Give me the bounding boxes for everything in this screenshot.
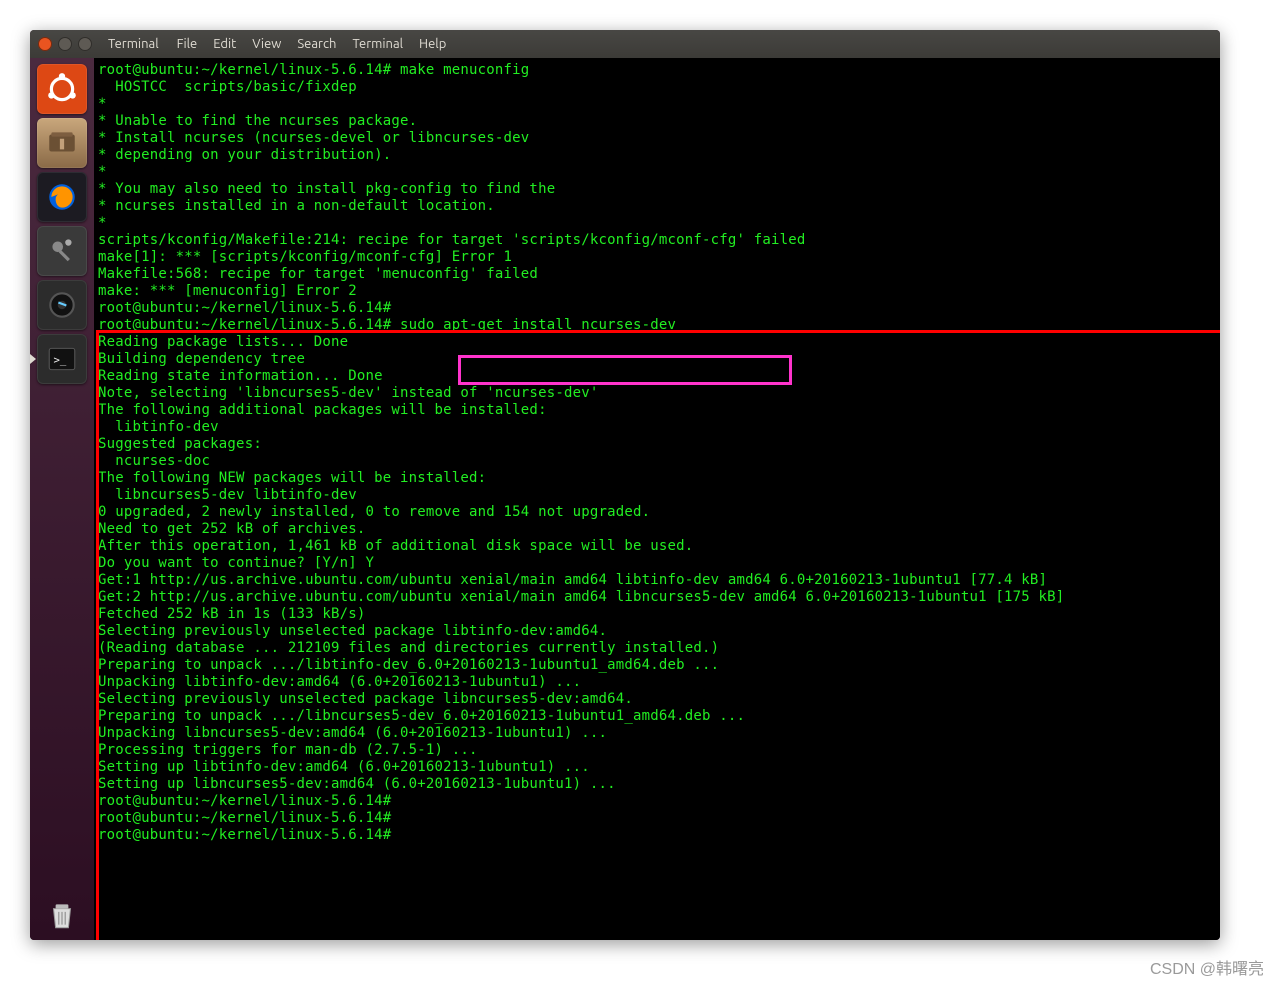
trash-icon[interactable] (37, 890, 87, 940)
terminal-line: * (98, 96, 1220, 113)
window-close-button[interactable] (38, 37, 52, 51)
menu-view[interactable]: View (252, 37, 281, 51)
terminal-line: Preparing to unpack .../libtinfo-dev_6.0… (98, 657, 1220, 674)
terminal-line: * You may also need to install pkg-confi… (98, 181, 1220, 198)
terminal-line: After this operation, 1,461 kB of additi… (98, 538, 1220, 555)
terminal-line: Note, selecting 'libncurses5-dev' instea… (98, 385, 1220, 402)
terminal-line: Unpacking libncurses5-dev:amd64 (6.0+201… (98, 725, 1220, 742)
terminal-line: Processing triggers for man-db (2.7.5-1)… (98, 742, 1220, 759)
terminal-line: libncurses5-dev libtinfo-dev (98, 487, 1220, 504)
svg-text:>_: >_ (54, 353, 67, 366)
terminal-line: Setting up libncurses5-dev:amd64 (6.0+20… (98, 776, 1220, 793)
terminal-line: * (98, 164, 1220, 181)
terminal-line: scripts/kconfig/Makefile:214: recipe for… (98, 232, 1220, 249)
terminal-line: The following NEW packages will be insta… (98, 470, 1220, 487)
terminal-line: Fetched 252 kB in 1s (133 kB/s) (98, 606, 1220, 623)
ubuntu-logo-icon[interactable] (37, 64, 87, 114)
terminal-line: Selecting previously unselected package … (98, 623, 1220, 640)
terminal-line: make[1]: *** [scripts/kconfig/mconf-cfg]… (98, 249, 1220, 266)
terminal-line: Need to get 252 kB of archives. (98, 521, 1220, 538)
menu-search[interactable]: Search (297, 37, 336, 51)
terminal-line: 0 upgraded, 2 newly installed, 0 to remo… (98, 504, 1220, 521)
menu-help[interactable]: Help (419, 37, 446, 51)
terminal-line: ncurses-doc (98, 453, 1220, 470)
window-titlebar: Terminal File Edit View Search Terminal … (30, 30, 1220, 58)
terminal-line: Get:2 http://us.archive.ubuntu.com/ubunt… (98, 589, 1220, 606)
update-manager-icon[interactable] (37, 280, 87, 330)
terminal-line: HOSTCC scripts/basic/fixdep (98, 79, 1220, 96)
terminal-line: Preparing to unpack .../libncurses5-dev_… (98, 708, 1220, 725)
terminal-line: Reading package lists... Done (98, 334, 1220, 351)
terminal-line: Setting up libtinfo-dev:amd64 (6.0+20160… (98, 759, 1220, 776)
terminal-line: * Unable to find the ncurses package. (98, 113, 1220, 130)
terminal-icon[interactable]: >_ (37, 334, 87, 384)
terminal-line: Unpacking libtinfo-dev:amd64 (6.0+201602… (98, 674, 1220, 691)
settings-icon[interactable] (37, 226, 87, 276)
window-minimize-button[interactable] (58, 37, 72, 51)
terminal-line: Reading state information... Done (98, 368, 1220, 385)
terminal-line: root@ubuntu:~/kernel/linux-5.6.14# (98, 810, 1220, 827)
terminal-line: * ncurses installed in a non-default loc… (98, 198, 1220, 215)
terminal-line: make: *** [menuconfig] Error 2 (98, 283, 1220, 300)
terminal-line: root@ubuntu:~/kernel/linux-5.6.14# (98, 300, 1220, 317)
terminal-line: * (98, 215, 1220, 232)
terminal-line: libtinfo-dev (98, 419, 1220, 436)
terminal-line: * depending on your distribution). (98, 147, 1220, 164)
menu-edit[interactable]: Edit (213, 37, 236, 51)
menubar: File Edit View Search Terminal Help (177, 37, 447, 51)
terminal-line: Suggested packages: (98, 436, 1220, 453)
terminal-line: Get:1 http://us.archive.ubuntu.com/ubunt… (98, 572, 1220, 589)
terminal-line: root@ubuntu:~/kernel/linux-5.6.14# sudo … (98, 317, 1220, 334)
terminal-line: Building dependency tree (98, 351, 1220, 368)
terminal-line: Selecting previously unselected package … (98, 691, 1220, 708)
terminal-output[interactable]: root@ubuntu:~/kernel/linux-5.6.14# make … (94, 58, 1220, 940)
terminal-window: Terminal File Edit View Search Terminal … (30, 30, 1220, 940)
menu-terminal[interactable]: Terminal (352, 37, 403, 51)
terminal-line: Do you want to continue? [Y/n] Y (98, 555, 1220, 572)
window-title: Terminal (108, 37, 159, 51)
window-maximize-button[interactable] (78, 37, 92, 51)
terminal-line: root@ubuntu:~/kernel/linux-5.6.14# (98, 793, 1220, 810)
terminal-line: root@ubuntu:~/kernel/linux-5.6.14# (98, 827, 1220, 844)
launcher: >_ (30, 58, 94, 940)
files-icon[interactable] (37, 118, 87, 168)
firefox-icon[interactable] (37, 172, 87, 222)
terminal-line: Makefile:568: recipe for target 'menucon… (98, 266, 1220, 283)
menu-file[interactable]: File (177, 37, 198, 51)
terminal-line: (Reading database ... 212109 files and d… (98, 640, 1220, 657)
terminal-line: root@ubuntu:~/kernel/linux-5.6.14# make … (98, 62, 1220, 79)
terminal-line: * Install ncurses (ncurses-devel or libn… (98, 130, 1220, 147)
watermark: CSDN @韩曙亮 (1150, 955, 1264, 979)
terminal-line: The following additional packages will b… (98, 402, 1220, 419)
